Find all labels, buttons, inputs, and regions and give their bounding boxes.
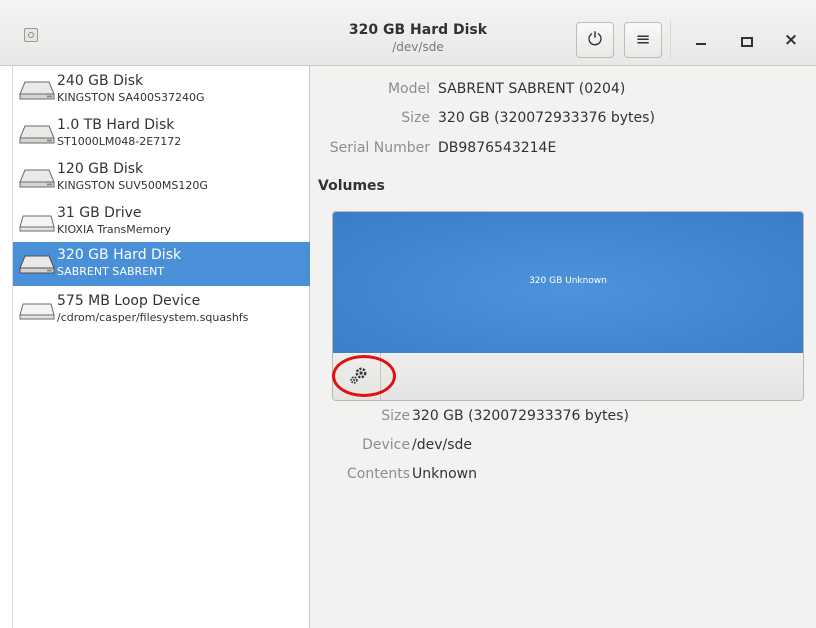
volume-device-label: Device	[362, 437, 410, 453]
disk-model: KINGSTON SA400S37240G	[57, 91, 205, 104]
window-subtitle: /dev/sde	[392, 40, 444, 54]
volume-toolbar	[333, 353, 803, 400]
close-icon: ×	[783, 30, 799, 50]
sidebar-item-disk[interactable]: 1.0 TB Hard Disk ST1000LM048-2E7172	[13, 112, 310, 156]
power-icon: ⏻	[587, 29, 603, 50]
hard-disk-icon	[19, 125, 55, 144]
sidebar-item-disk[interactable]: 120 GB Disk KINGSTON SUV500MS120G	[13, 156, 310, 200]
drive-menu-button[interactable]: ≡	[624, 22, 662, 58]
volume-size-value: 320 GB (320072933376 bytes)	[412, 408, 629, 424]
size-label: Size	[401, 110, 430, 126]
hamburger-menu-icon: ≡	[635, 29, 651, 50]
disk-name: 240 GB Disk	[57, 73, 144, 89]
sidebar-item-drive[interactable]: 31 GB Drive KIOXIA TransMemory	[13, 200, 310, 244]
sidebar-item-disk-selected[interactable]: 320 GB Hard Disk SABRENT SABRENT	[13, 242, 310, 286]
hard-disk-icon	[19, 169, 55, 188]
minimize-icon	[696, 43, 706, 45]
partition-options-button[interactable]	[333, 353, 381, 400]
model-label: Model	[387, 81, 430, 97]
partition-block[interactable]: 320 GB Unknown	[333, 212, 803, 354]
volume-size-label: Size	[381, 408, 410, 424]
maximize-icon	[741, 37, 753, 47]
disk-name: 31 GB Drive	[57, 205, 142, 221]
volume-device-value: /dev/sde	[412, 437, 473, 453]
loop-device-icon	[19, 303, 55, 320]
disk-model: KINGSTON SUV500MS120G	[57, 179, 208, 192]
disk-model: KIOXIA TransMemory	[57, 223, 172, 236]
gears-icon	[350, 367, 367, 384]
disk-name: 575 MB Loop Device	[57, 293, 201, 309]
usb-drive-icon	[19, 215, 55, 232]
window-title-block: 320 GB Hard Disk /dev/sde	[318, 21, 518, 55]
close-button[interactable]: ×	[779, 28, 803, 52]
sidebar-item-disk[interactable]: 240 GB Disk KINGSTON SA400S37240G	[13, 68, 310, 112]
disk-name: 120 GB Disk	[57, 161, 144, 177]
volumes-heading: Volumes	[318, 178, 385, 194]
hard-disk-icon	[19, 81, 55, 100]
window-title: 320 GB Hard Disk	[348, 22, 488, 38]
sidebar-item-loop-device[interactable]: 575 MB Loop Device /cdrom/casper/filesys…	[13, 288, 310, 332]
maximize-button[interactable]	[734, 28, 758, 52]
partition-label: 320 GB Unknown	[529, 276, 607, 286]
disk-model: SABRENT SABRENT	[57, 265, 165, 278]
drive-details-pane: Model SABRENT SABRENT (0204) Size 320 GB…	[310, 66, 816, 628]
power-off-button[interactable]: ⏻	[576, 22, 614, 58]
header-bar: 320 GB Hard Disk /dev/sde ⏻ ≡ ×	[0, 0, 816, 66]
app-menu-icon[interactable]	[24, 28, 38, 42]
disk-model: /cdrom/casper/filesystem.squashfs	[57, 311, 249, 324]
disk-name: 1.0 TB Hard Disk	[57, 117, 175, 133]
volume-map: 320 GB Unknown	[332, 211, 804, 401]
minimize-button[interactable]	[690, 28, 714, 52]
header-separator	[670, 20, 671, 60]
serial-number-label: Serial Number	[329, 140, 430, 156]
volume-contents-label: Contents	[347, 466, 410, 482]
disk-list-sidebar: 240 GB Disk KINGSTON SA400S37240G 1.0 TB…	[12, 66, 310, 628]
model-value: SABRENT SABRENT (0204)	[438, 81, 626, 97]
volume-contents-value: Unknown	[412, 466, 477, 482]
disk-model: ST1000LM048-2E7172	[57, 135, 182, 148]
size-value: 320 GB (320072933376 bytes)	[438, 110, 655, 126]
hard-disk-icon	[19, 255, 55, 274]
serial-number-value: DB9876543214E	[438, 140, 557, 156]
disk-name: 320 GB Hard Disk	[57, 247, 182, 263]
